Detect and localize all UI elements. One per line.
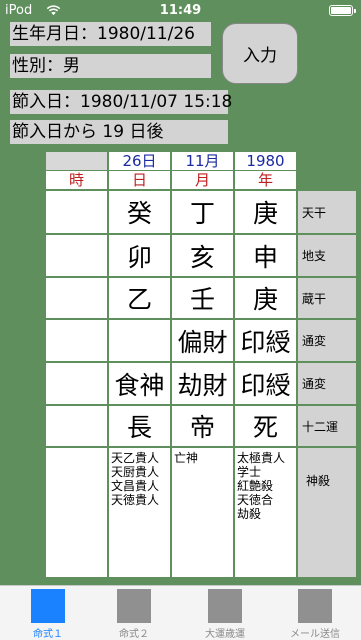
- header-year: 年: [235, 171, 296, 189]
- shinsatsu-item: 天徳合: [237, 493, 274, 507]
- shinsatsu-item: 天徳貴人: [111, 493, 160, 507]
- shinsatsu-day: 天乙貴人 天厨貴人 文昌貴人 天徳貴人: [109, 448, 170, 577]
- row-label-zoukan: 蔵干: [298, 278, 356, 318]
- chishi-month: 亥: [172, 235, 233, 276]
- chishi-day: 卯: [109, 235, 170, 276]
- shinsatsu-item: 学士: [237, 465, 262, 479]
- tab-meishiki-2-icon: [117, 589, 151, 623]
- shinsatsu-item: 紅艶殺: [237, 479, 274, 493]
- shinsatsu-year: 太極貴人 学士 紅艶殺 天徳合 劫殺: [235, 448, 296, 577]
- gender-field: 性別：男: [10, 54, 211, 78]
- row-label-tsuhen1: 通変: [298, 320, 356, 361]
- tsuhen1-hour: [46, 320, 107, 361]
- chishi-hour: [46, 235, 107, 276]
- tab-bar: 命式１ 命式２ 大運歳運 メール送信: [0, 585, 361, 640]
- zoukan-year: 庚: [235, 278, 296, 318]
- tab-send-mail-icon: [298, 589, 332, 623]
- header-day-top: 26日: [109, 152, 170, 170]
- row-label-juniun: 十二運: [298, 406, 356, 446]
- tab-meishiki-1[interactable]: 命式１: [3, 589, 93, 640]
- tab-label: メール送信: [290, 629, 340, 640]
- shinsatsu-item: 天乙貴人: [111, 451, 160, 465]
- header-month-top: 11月: [172, 152, 233, 170]
- tab-label: 命式１: [33, 629, 63, 640]
- tenkan-year: 庚: [235, 191, 296, 233]
- tsuhen1-year: 印綬: [235, 320, 296, 361]
- juniun-day: 長: [109, 406, 170, 446]
- header-hour-top: [46, 152, 107, 170]
- days-since-setsuiri-field: 節入日から 19 日後: [10, 120, 228, 144]
- status-bar: iPod 11:49: [0, 0, 361, 22]
- zoukan-day: 乙: [109, 278, 170, 318]
- chishi-year: 申: [235, 235, 296, 276]
- tab-taiun-saiun[interactable]: 大運歳運: [180, 589, 270, 640]
- input-button[interactable]: 入力: [222, 23, 298, 84]
- row-label-shinsatsu: 神殺: [298, 448, 356, 577]
- shinsatsu-item: 文昌貴人: [111, 479, 160, 493]
- birthdate-field: 生年月日：1980/11/26: [10, 22, 211, 46]
- shinsatsu-item: 天厨貴人: [111, 465, 160, 479]
- tab-label: 命式２: [119, 629, 149, 640]
- header-hour: 時: [46, 171, 107, 189]
- tenkan-day: 癸: [109, 191, 170, 233]
- juniun-month: 帝: [172, 406, 233, 446]
- row-label-tsuhen2: 通変: [298, 363, 356, 404]
- tsuhen2-year: 印綬: [235, 363, 296, 404]
- zoukan-hour: [46, 278, 107, 318]
- tenkan-hour: [46, 191, 107, 233]
- clock: 11:49: [159, 3, 202, 18]
- tab-label: 大運歳運: [205, 629, 245, 640]
- tab-send-mail[interactable]: メール送信: [270, 589, 360, 640]
- tsuhen2-month: 劫財: [172, 363, 233, 404]
- row-label-tenkan: 天干: [298, 191, 356, 233]
- shinsatsu-hour: [46, 448, 107, 577]
- tsuhen1-month: 偏財: [172, 320, 233, 361]
- shinsatsu-item: 亡神: [174, 451, 199, 465]
- tab-meishiki-1-icon: [31, 589, 65, 623]
- shinsatsu-item: 太極貴人: [237, 451, 286, 465]
- row-label-chishi: 地支: [298, 235, 356, 276]
- setsuiri-date-field: 節入日：1980/11/07 15:18: [10, 90, 233, 114]
- tenkan-month: 丁: [172, 191, 233, 233]
- meishiki-grid: 26日 11月 1980 時 日 月 年 癸 丁 庚 天干 卯 亥 申 地支 乙…: [46, 152, 356, 577]
- battery-icon: [329, 5, 356, 16]
- tsuhen2-day: 食神: [109, 363, 170, 404]
- zoukan-month: 壬: [172, 278, 233, 318]
- juniun-hour: [46, 406, 107, 446]
- header-year-top: 1980: [235, 152, 296, 170]
- header-month: 月: [172, 171, 233, 189]
- shinsatsu-item: 劫殺: [237, 507, 262, 521]
- tsuhen2-hour: [46, 363, 107, 404]
- header-day: 日: [109, 171, 170, 189]
- tsuhen1-day: [109, 320, 170, 361]
- tab-taiun-saiun-icon: [208, 589, 242, 623]
- juniun-year: 死: [235, 406, 296, 446]
- tab-meishiki-2[interactable]: 命式２: [89, 589, 179, 640]
- shinsatsu-month: 亡神: [172, 448, 233, 577]
